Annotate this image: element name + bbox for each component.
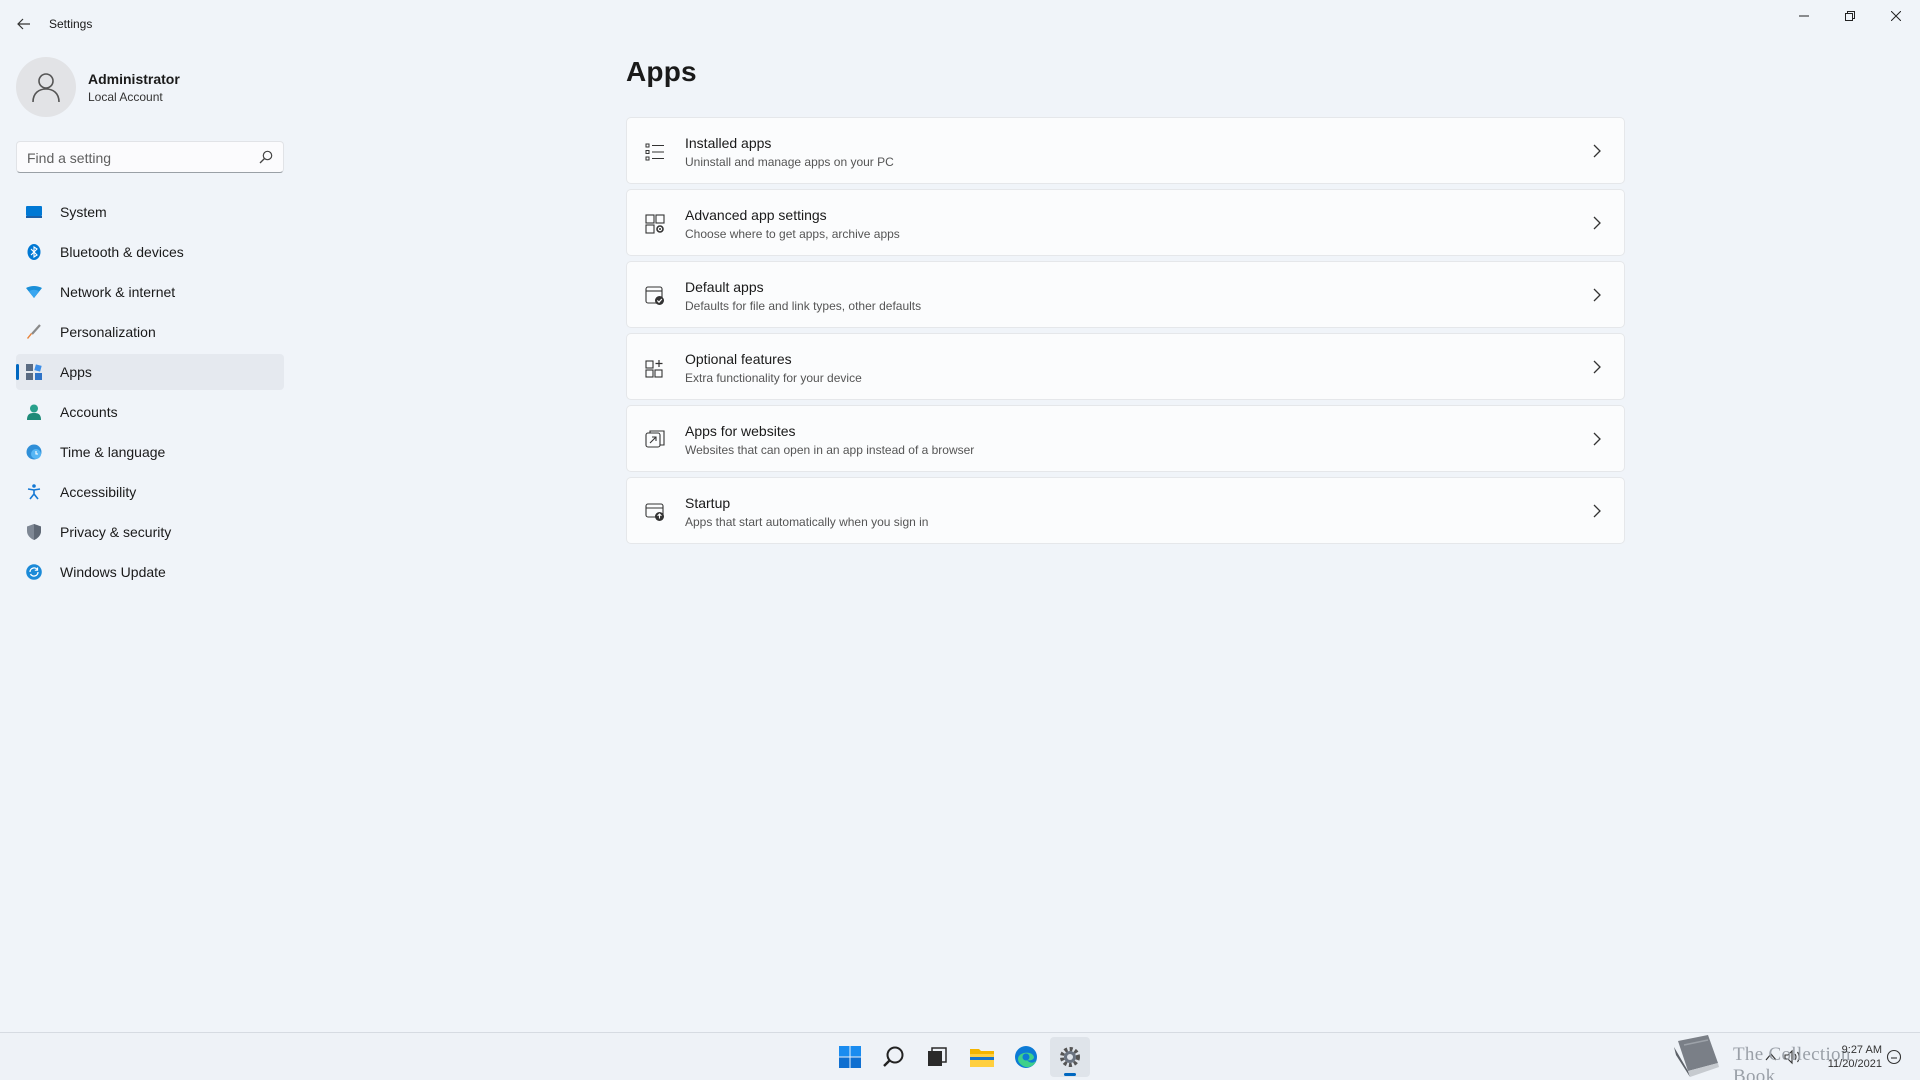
system-icon [26, 204, 42, 220]
card-default-apps[interactable]: Default apps Defaults for file and link … [626, 261, 1625, 328]
card-subtitle: Extra functionality for your device [685, 371, 862, 385]
card-advanced-app-settings[interactable]: Advanced app settings Choose where to ge… [626, 189, 1625, 256]
search-box [16, 141, 284, 173]
card-title: Installed apps [685, 135, 772, 151]
page-title: Apps [626, 56, 697, 87]
startup-icon [645, 503, 664, 521]
close-icon [1891, 11, 1901, 21]
clock-date: 11/20/2021 [1827, 1058, 1882, 1070]
brush-icon [26, 324, 42, 340]
sidebar-item-label: Accounts [60, 404, 118, 420]
start-icon [839, 1046, 861, 1068]
sidebar-item-system[interactable]: System [16, 194, 284, 230]
task-view-icon [928, 1047, 947, 1066]
card-title: Advanced app settings [685, 207, 827, 223]
update-icon [26, 564, 42, 580]
taskbar-search-button[interactable] [874, 1037, 914, 1077]
sidebar-nav: System Bluetooth & devices Network & int… [16, 194, 284, 594]
sidebar-item-network[interactable]: Network & internet [16, 274, 284, 310]
sidebar-item-apps[interactable]: Apps [16, 354, 284, 390]
bluetooth-icon [26, 244, 42, 260]
chevron-right-icon [1593, 432, 1601, 446]
apps-icon [26, 364, 42, 380]
avatar [16, 57, 76, 117]
sidebar-item-label: System [60, 204, 107, 220]
close-button[interactable] [1873, 0, 1919, 32]
card-apps-for-websites[interactable]: Apps for websites Websites that can open… [626, 405, 1625, 472]
taskbar [0, 1032, 1920, 1080]
list-icon [645, 143, 664, 161]
card-startup[interactable]: Startup Apps that start automatically wh… [626, 477, 1625, 544]
sidebar-item-windows-update[interactable]: Windows Update [16, 554, 284, 590]
sidebar-item-label: Personalization [60, 324, 156, 340]
search-icon [883, 1046, 904, 1067]
network-icon [26, 284, 42, 300]
card-title: Optional features [685, 351, 792, 367]
restore-icon [1845, 11, 1855, 21]
sidebar-item-time-language[interactable]: Time & language [16, 434, 284, 470]
window-title: Settings [49, 17, 93, 31]
card-title: Startup [685, 495, 731, 511]
sidebar-item-personalization[interactable]: Personalization [16, 314, 284, 350]
chevron-right-icon [1593, 216, 1601, 230]
minimize-icon [1799, 15, 1809, 17]
back-arrow-icon [17, 18, 30, 30]
active-app-indicator [1064, 1073, 1076, 1076]
card-subtitle: Apps that start automatically when you s… [685, 515, 929, 529]
card-optional-features[interactable]: Optional features Extra functionality fo… [626, 333, 1625, 400]
sidebar-item-label: Bluetooth & devices [60, 244, 184, 260]
start-button[interactable] [830, 1037, 870, 1077]
sidebar-item-privacy-security[interactable]: Privacy & security [16, 514, 284, 550]
shield-icon [26, 524, 42, 540]
card-title: Apps for websites [685, 423, 796, 439]
accounts-icon [26, 404, 42, 420]
clock-time: 9:27 AM [1841, 1044, 1882, 1056]
task-view-button[interactable] [917, 1037, 957, 1077]
edge-icon [1015, 1046, 1037, 1068]
search-input[interactable] [27, 148, 247, 168]
sidebar-item-label: Accessibility [60, 484, 137, 500]
user-profile[interactable]: Administrator Local Account [16, 57, 296, 117]
app-settings-icon [645, 214, 665, 234]
sidebar-item-accounts[interactable]: Accounts [16, 394, 284, 430]
file-explorer-button[interactable] [962, 1037, 1002, 1077]
minimize-button[interactable] [1781, 0, 1827, 32]
back-button[interactable] [10, 12, 38, 36]
sidebar-item-label: Apps [60, 364, 92, 380]
time-language-icon [26, 444, 42, 460]
settings-card-list: Installed apps Uninstall and manage apps… [626, 117, 1625, 549]
search-icon[interactable] [259, 150, 273, 164]
account-type: Local Account [88, 90, 163, 104]
card-title: Default apps [685, 279, 764, 295]
card-subtitle: Choose where to get apps, archive apps [685, 227, 900, 241]
sidebar-item-label: Windows Update [60, 564, 166, 580]
settings-taskbar-button[interactable] [1050, 1037, 1090, 1077]
chevron-right-icon [1593, 144, 1601, 158]
person-icon [32, 73, 60, 103]
chevron-right-icon [1593, 360, 1601, 374]
sidebar-item-label: Privacy & security [60, 524, 172, 540]
sidebar-item-label: Time & language [60, 444, 166, 460]
edge-button[interactable] [1006, 1037, 1046, 1077]
user-name: Administrator [88, 71, 180, 87]
sidebar-item-label: Network & internet [60, 284, 176, 300]
title-bar: Settings [0, 0, 1920, 48]
chevron-right-icon [1593, 504, 1601, 518]
accessibility-icon [26, 484, 42, 500]
chevron-right-icon [1593, 288, 1601, 302]
clock[interactable]: 9:27 AM 11/20/2021 [1818, 1043, 1882, 1071]
sidebar-item-accessibility[interactable]: Accessibility [16, 474, 284, 510]
open-external-icon [645, 430, 665, 448]
sidebar-item-bluetooth[interactable]: Bluetooth & devices [16, 234, 284, 270]
book-icon [1674, 1035, 1719, 1077]
card-installed-apps[interactable]: Installed apps Uninstall and manage apps… [626, 117, 1625, 184]
restore-button[interactable] [1827, 0, 1873, 32]
default-apps-icon [645, 286, 664, 305]
card-subtitle: Websites that can open in an app instead… [685, 443, 975, 457]
card-subtitle: Defaults for file and link types, other … [685, 299, 922, 313]
settings-icon [1060, 1047, 1080, 1067]
file-explorer-icon [970, 1049, 994, 1067]
optional-features-icon [645, 360, 663, 378]
card-subtitle: Uninstall and manage apps on your PC [685, 155, 894, 169]
